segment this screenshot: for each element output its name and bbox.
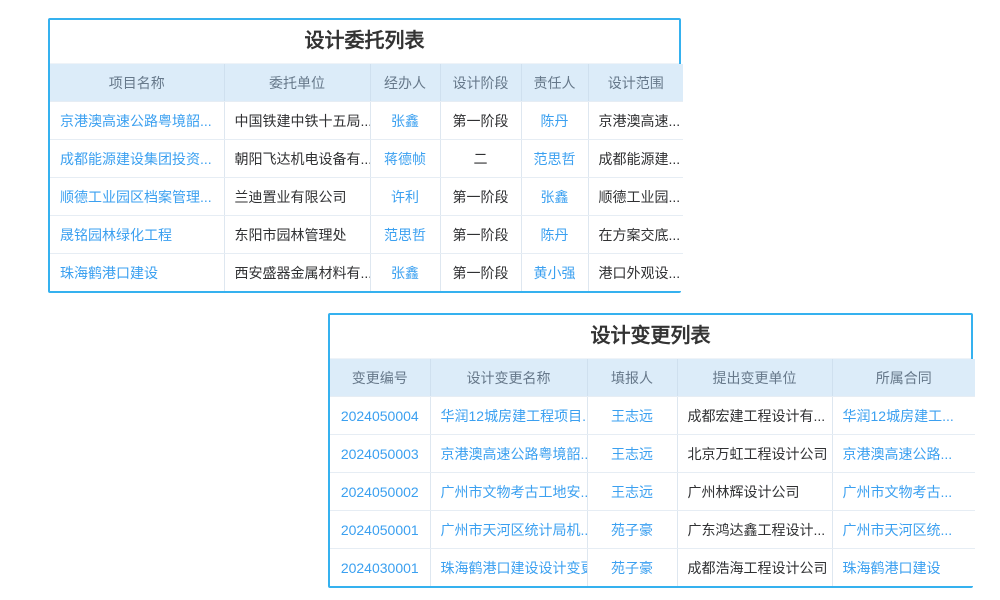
design-change-panel: 设计变更列表 变更编号 设计变更名称 填报人 提出变更单位 所属合同 20240…	[328, 313, 973, 588]
change-no-link[interactable]: 2024030001	[330, 549, 430, 587]
col-header-proposing-unit: 提出变更单位	[677, 359, 832, 397]
commission-table: 项目名称 委托单位 经办人 设计阶段 责任人 设计范围 京港澳高速公路粤境韶..…	[50, 64, 683, 291]
change-no-link[interactable]: 2024050003	[330, 435, 430, 473]
contract-link[interactable]: 华润12城房建工...	[832, 397, 975, 435]
reporter-link[interactable]: 苑子豪	[587, 549, 677, 587]
change-no-link[interactable]: 2024050001	[330, 511, 430, 549]
table-row: 顺德工业园区档案管理... 兰迪置业有限公司 许利 第一阶段 张鑫 顺德工业园.…	[50, 178, 683, 216]
col-header-contract: 所属合同	[832, 359, 975, 397]
table-row: 珠海鹤港口建设 西安盛器金属材料有... 张鑫 第一阶段 黄小强 港口外观设..…	[50, 254, 683, 292]
table-row: 2024050003 京港澳高速公路粤境韶... 王志远 北京万虹工程设计公司 …	[330, 435, 975, 473]
col-header-change-no: 变更编号	[330, 359, 430, 397]
change-no-link[interactable]: 2024050004	[330, 397, 430, 435]
design-scope-cell: 顺德工业园...	[588, 178, 683, 216]
project-name-link[interactable]: 京港澳高速公路粤境韶...	[50, 102, 224, 140]
reporter-link[interactable]: 王志远	[587, 397, 677, 435]
client-unit-cell: 兰迪置业有限公司	[224, 178, 370, 216]
change-name-link[interactable]: 京港澳高速公路粤境韶...	[430, 435, 587, 473]
reporter-link[interactable]: 苑子豪	[587, 511, 677, 549]
contract-link[interactable]: 珠海鹤港口建设	[832, 549, 975, 587]
design-stage-cell: 第一阶段	[440, 102, 521, 140]
handler-link[interactable]: 许利	[370, 178, 440, 216]
proposing-unit-cell: 成都浩海工程设计公司	[677, 549, 832, 587]
project-name-link[interactable]: 顺德工业园区档案管理...	[50, 178, 224, 216]
project-name-link[interactable]: 晟铭园林绿化工程	[50, 216, 224, 254]
col-header-client-unit: 委托单位	[224, 64, 370, 102]
reporter-link[interactable]: 王志远	[587, 435, 677, 473]
handler-link[interactable]: 范思哲	[370, 216, 440, 254]
design-scope-cell: 成都能源建...	[588, 140, 683, 178]
client-unit-cell: 朝阳飞达机电设备有...	[224, 140, 370, 178]
handler-link[interactable]: 张鑫	[370, 254, 440, 292]
change-table-title: 设计变更列表	[330, 315, 971, 359]
change-header-row: 变更编号 设计变更名称 填报人 提出变更单位 所属合同	[330, 359, 975, 397]
design-scope-cell: 京港澳高速...	[588, 102, 683, 140]
change-name-link[interactable]: 广州市文物考古工地安...	[430, 473, 587, 511]
project-name-link[interactable]: 珠海鹤港口建设	[50, 254, 224, 292]
table-row: 晟铭园林绿化工程 东阳市园林管理处 范思哲 第一阶段 陈丹 在方案交底...	[50, 216, 683, 254]
change-name-link[interactable]: 广州市天河区统计局机...	[430, 511, 587, 549]
owner-link[interactable]: 陈丹	[521, 102, 588, 140]
col-header-reporter: 填报人	[587, 359, 677, 397]
design-stage-cell: 第一阶段	[440, 178, 521, 216]
commission-table-title: 设计委托列表	[50, 20, 679, 64]
handler-link[interactable]: 张鑫	[370, 102, 440, 140]
reporter-link[interactable]: 王志远	[587, 473, 677, 511]
proposing-unit-cell: 北京万虹工程设计公司	[677, 435, 832, 473]
proposing-unit-cell: 广州林辉设计公司	[677, 473, 832, 511]
proposing-unit-cell: 成都宏建工程设计有...	[677, 397, 832, 435]
handler-link[interactable]: 蒋德帧	[370, 140, 440, 178]
table-row: 2024050004 华润12城房建工程项目... 王志远 成都宏建工程设计有.…	[330, 397, 975, 435]
table-row: 2024050001 广州市天河区统计局机... 苑子豪 广东鸿达鑫工程设计..…	[330, 511, 975, 549]
table-row: 2024030001 珠海鹤港口建设设计变更 苑子豪 成都浩海工程设计公司 珠海…	[330, 549, 975, 587]
col-header-handler: 经办人	[370, 64, 440, 102]
client-unit-cell: 中国铁建中铁十五局...	[224, 102, 370, 140]
owner-link[interactable]: 范思哲	[521, 140, 588, 178]
commission-header-row: 项目名称 委托单位 经办人 设计阶段 责任人 设计范围	[50, 64, 683, 102]
change-name-link[interactable]: 华润12城房建工程项目...	[430, 397, 587, 435]
col-header-project-name: 项目名称	[50, 64, 224, 102]
contract-link[interactable]: 京港澳高速公路...	[832, 435, 975, 473]
change-name-link[interactable]: 珠海鹤港口建设设计变更	[430, 549, 587, 587]
owner-link[interactable]: 张鑫	[521, 178, 588, 216]
table-row: 成都能源建设集团投资... 朝阳飞达机电设备有... 蒋德帧 二 范思哲 成都能…	[50, 140, 683, 178]
proposing-unit-cell: 广东鸿达鑫工程设计...	[677, 511, 832, 549]
change-table: 变更编号 设计变更名称 填报人 提出变更单位 所属合同 2024050004 华…	[330, 359, 975, 586]
design-scope-cell: 港口外观设...	[588, 254, 683, 292]
client-unit-cell: 西安盛器金属材料有...	[224, 254, 370, 292]
design-scope-cell: 在方案交底...	[588, 216, 683, 254]
contract-link[interactable]: 广州市天河区统...	[832, 511, 975, 549]
col-header-design-stage: 设计阶段	[440, 64, 521, 102]
table-row: 京港澳高速公路粤境韶... 中国铁建中铁十五局... 张鑫 第一阶段 陈丹 京港…	[50, 102, 683, 140]
project-name-link[interactable]: 成都能源建设集团投资...	[50, 140, 224, 178]
design-commission-panel: 设计委托列表 项目名称 委托单位 经办人 设计阶段 责任人 设计范围 京港澳高速…	[48, 18, 681, 293]
col-header-design-scope: 设计范围	[588, 64, 683, 102]
col-header-owner: 责任人	[521, 64, 588, 102]
owner-link[interactable]: 陈丹	[521, 216, 588, 254]
owner-link[interactable]: 黄小强	[521, 254, 588, 292]
client-unit-cell: 东阳市园林管理处	[224, 216, 370, 254]
table-row: 2024050002 广州市文物考古工地安... 王志远 广州林辉设计公司 广州…	[330, 473, 975, 511]
design-stage-cell: 第一阶段	[440, 254, 521, 292]
design-stage-cell: 二	[440, 140, 521, 178]
design-stage-cell: 第一阶段	[440, 216, 521, 254]
col-header-change-name: 设计变更名称	[430, 359, 587, 397]
contract-link[interactable]: 广州市文物考古...	[832, 473, 975, 511]
change-no-link[interactable]: 2024050002	[330, 473, 430, 511]
